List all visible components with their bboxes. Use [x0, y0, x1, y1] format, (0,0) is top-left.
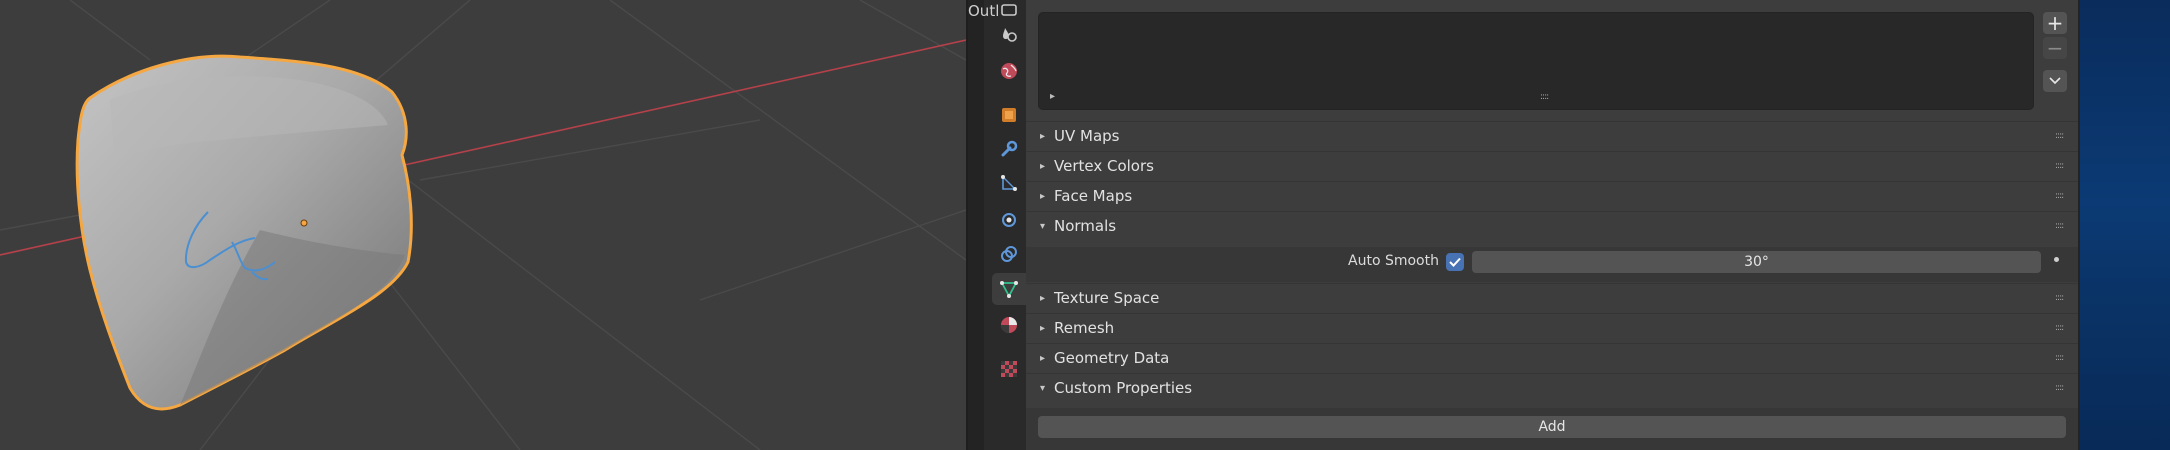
constraints-icon: [1001, 246, 1017, 262]
panel-title: Face Maps: [1054, 187, 1133, 205]
panel-drag-grip[interactable]: ::::: [2055, 131, 2064, 141]
particles-icon: [1001, 175, 1017, 191]
tab-object[interactable]: [992, 99, 1026, 131]
add-uv-map-button[interactable]: +: [2043, 12, 2067, 34]
tab-modifiers[interactable]: [992, 133, 1026, 165]
add-custom-property-button[interactable]: Add: [1038, 416, 2066, 438]
collapsed-arrow-icon: ▸: [1040, 131, 1046, 142]
panel-title: Vertex Colors: [1054, 157, 1154, 175]
tool-icon: [1001, 4, 1017, 16]
panel-title: Remesh: [1054, 319, 1115, 337]
object-origin[interactable]: [300, 219, 308, 227]
tab-world[interactable]: [992, 55, 1026, 87]
panel-custom-properties[interactable]: ▾ Custom Properties ::::: [1026, 373, 2078, 403]
mesh-data-icon: [1000, 281, 1018, 298]
panel-title: Geometry Data: [1054, 349, 1170, 367]
panel-title: Custom Properties: [1054, 379, 1193, 397]
expanded-arrow-icon: ▾: [1040, 383, 1046, 394]
panel-title: Texture Space: [1054, 289, 1160, 307]
tab-physics[interactable]: [992, 203, 1026, 235]
material-icon: [1001, 317, 1017, 333]
panel-drag-grip[interactable]: ::::: [2055, 383, 2064, 393]
panel-normals[interactable]: ▾ Normals ::::: [1026, 211, 2078, 241]
panel-drag-grip[interactable]: ::::: [2055, 221, 2064, 231]
auto-smooth-label: Auto Smooth: [1348, 253, 1439, 269]
tab-constraints[interactable]: [992, 238, 1026, 270]
panel-geometry-data[interactable]: ▸ Geometry Data ::::: [1026, 343, 2078, 373]
panel-drag-grip[interactable]: ::::: [2055, 323, 2064, 333]
tab-texture[interactable]: [992, 353, 1026, 385]
remove-uv-map-button[interactable]: −: [2043, 37, 2067, 59]
collapsed-arrow-icon: ▸: [1040, 191, 1046, 202]
uv-map-list[interactable]: [1038, 12, 2034, 110]
panel-drag-grip[interactable]: ::::: [2055, 353, 2064, 363]
collapsed-arrow-icon: ▸: [1040, 293, 1046, 304]
panel-vertex-colors[interactable]: ▸ Vertex Colors ::::: [1026, 151, 2078, 181]
expanded-arrow-icon: ▾: [1040, 221, 1046, 232]
tab-material[interactable]: [992, 309, 1026, 341]
physics-icon: [1002, 213, 1016, 227]
object-icon: [1002, 108, 1016, 122]
panel-drag-grip[interactable]: ::::: [2055, 191, 2064, 201]
panel-face-maps[interactable]: ▸ Face Maps ::::: [1026, 181, 2078, 211]
panel-remesh[interactable]: ▸ Remesh ::::: [1026, 313, 2078, 343]
panel-drag-grip[interactable]: ::::: [2055, 293, 2064, 303]
collapsed-arrow-icon: ▸: [1040, 323, 1046, 334]
tab-data[interactable]: [992, 273, 1026, 305]
outliner-area-edge[interactable]: Outl: [968, 0, 999, 450]
list-filter-toggle[interactable]: ▸: [1050, 91, 1055, 102]
desktop-background: [2080, 0, 2170, 450]
3d-viewport[interactable]: [0, 0, 966, 450]
auto-smooth-angle-field[interactable]: 30°: [1472, 251, 2041, 273]
panel-title: UV Maps: [1054, 127, 1120, 145]
checkmark-icon: [1449, 257, 1461, 267]
viewport-scene: [0, 0, 966, 450]
wrench-icon: [1001, 140, 1018, 157]
world-icon: [1001, 63, 1017, 79]
panel-drag-grip[interactable]: ::::: [2055, 161, 2064, 171]
keyframe-decorator-icon[interactable]: [2054, 257, 2059, 262]
collapsed-arrow-icon: ▸: [1040, 161, 1046, 172]
tab-world-particles[interactable]: [992, 19, 1026, 51]
drops-icon: [1003, 28, 1017, 42]
tab-particles[interactable]: [992, 167, 1026, 199]
collapsed-arrow-icon: ▸: [1040, 353, 1046, 364]
panel-texture-space[interactable]: ▸ Texture Space ::::: [1026, 283, 2078, 313]
chevron-down-icon: [2049, 77, 2061, 85]
auto-smooth-checkbox[interactable]: [1446, 253, 1464, 271]
panel-title: Normals: [1054, 217, 1117, 235]
panel-uv-maps[interactable]: ▸ UV Maps ::::: [1026, 121, 2078, 151]
uv-specials-menu-button[interactable]: [2043, 70, 2067, 92]
list-resize-grip[interactable]: ::::: [1540, 92, 1549, 102]
texture-icon: [1001, 361, 1017, 377]
